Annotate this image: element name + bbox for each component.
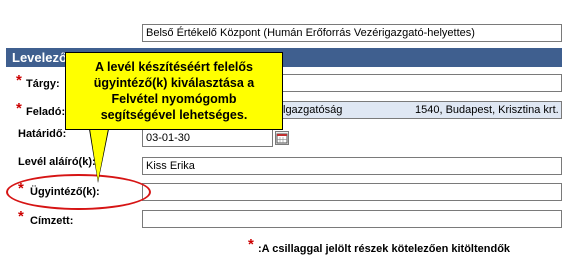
required-star: * — [248, 236, 254, 253]
required-star: * — [18, 208, 24, 225]
required-star: * — [16, 72, 22, 89]
felado-value: lgazgatóság — [283, 104, 343, 116]
callout-tail — [90, 129, 108, 181]
required-star: * — [16, 100, 22, 117]
hatarido-input[interactable]: 03-01-30 — [142, 129, 273, 147]
cimzett-label: Címzett: — [30, 215, 74, 227]
cimzett-field[interactable] — [142, 210, 562, 228]
callout-tooltip: A levél készítéséért felelős ügyintéző(k… — [65, 52, 283, 130]
callout-line: Felvétel nyomógomb — [111, 92, 237, 106]
felado-label: Feladó: — [26, 106, 66, 118]
callout-line: segítségével lehetséges. — [100, 108, 248, 122]
targy-label: Tárgy: — [26, 78, 60, 90]
alairo-field[interactable]: Kiss Erika — [142, 157, 562, 175]
alairo-label: Levél aláíró(k): — [18, 156, 96, 168]
callout-line: A levél készítéséért felelős — [95, 60, 253, 74]
highlight-ellipse — [6, 174, 151, 210]
hatarido-label: Határidő: — [18, 128, 67, 140]
callout-line: ügyintéző(k) kiválasztása a — [93, 76, 255, 90]
ugyintezo-field[interactable] — [142, 183, 562, 201]
top-field[interactable]: Belső Értékelő Központ (Humán Erőforrás … — [142, 24, 562, 42]
felado-address: 1540, Budapest, Krisztina krt. 6 — [415, 104, 562, 116]
calendar-button[interactable] — [275, 131, 289, 145]
required-note: :A csillaggal jelölt részek kötelezően k… — [258, 243, 511, 255]
calendar-icon — [276, 133, 288, 144]
